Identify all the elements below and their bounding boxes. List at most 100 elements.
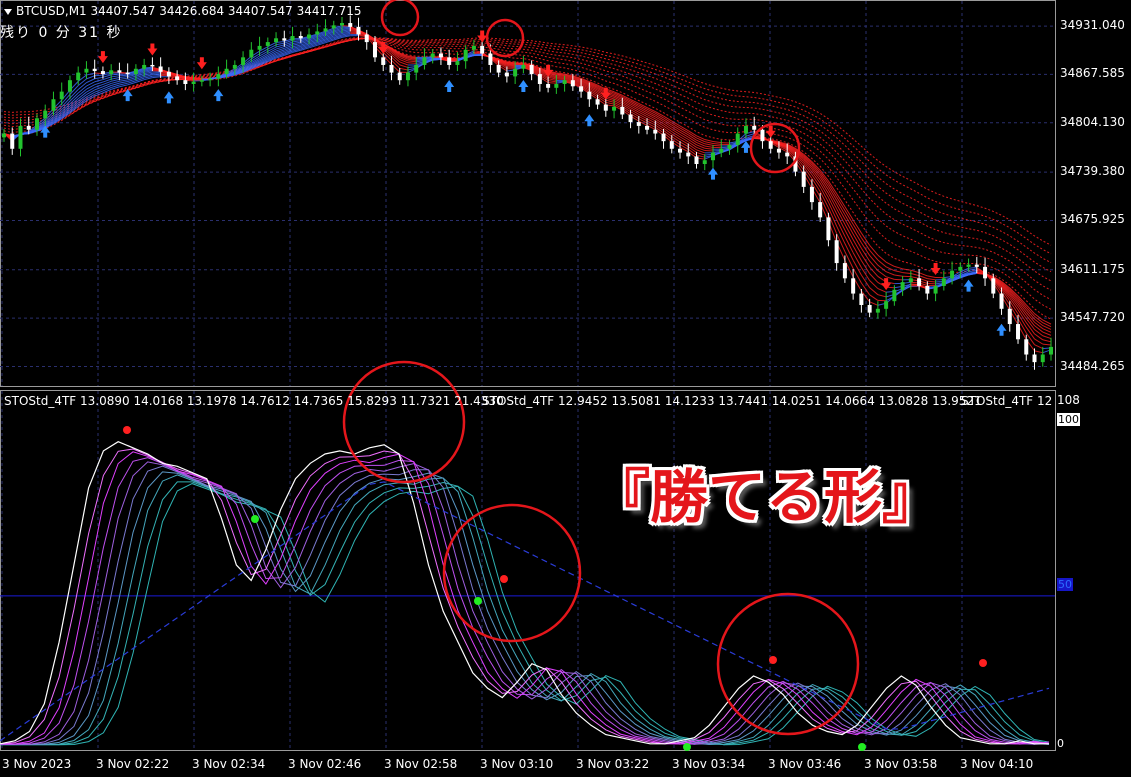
fast-ribbon-seg xyxy=(94,76,104,80)
fast-ribbon-seg xyxy=(111,73,120,76)
buy-arrow-icon xyxy=(963,279,974,292)
candle-body xyxy=(422,57,427,65)
annotation-circle xyxy=(442,503,582,643)
fast-ribbon-seg xyxy=(910,273,920,277)
candle-body xyxy=(966,264,971,267)
buy-arrow-icon xyxy=(444,79,455,92)
candle-body xyxy=(513,68,518,77)
candle-body xyxy=(999,293,1004,309)
candle-body xyxy=(117,70,122,73)
candle-body xyxy=(92,68,97,72)
candle-body xyxy=(372,42,377,58)
candle-body xyxy=(10,133,15,149)
candle-body xyxy=(579,86,584,92)
candle-body xyxy=(340,23,345,26)
candle-body xyxy=(958,266,963,271)
fast-ribbon-seg xyxy=(152,76,161,79)
candle-body xyxy=(257,45,262,50)
candle-body xyxy=(785,152,790,157)
candle-body xyxy=(702,160,707,165)
fast-ribbon-seg xyxy=(712,141,722,144)
fast-ribbon-seg xyxy=(119,76,128,78)
fast-ribbon-seg xyxy=(259,48,269,55)
candle-body xyxy=(438,53,443,58)
fast-ribbon-seg xyxy=(1042,335,1052,340)
fast-ribbon-seg xyxy=(1034,338,1044,345)
candle-body xyxy=(669,141,674,149)
fast-ribbon-seg xyxy=(1034,350,1043,354)
sell-arrow-icon xyxy=(97,51,108,64)
candle-body xyxy=(710,152,715,161)
fast-ribbon-seg xyxy=(506,66,516,69)
price-tick-label: 34804.130 xyxy=(1060,114,1125,129)
ind-scale-100: 100 xyxy=(1057,413,1080,426)
candle-body xyxy=(562,80,567,85)
candle-body xyxy=(842,263,847,279)
fast-ribbon-seg xyxy=(679,134,689,140)
candle-body xyxy=(801,171,806,187)
time-tick-label: 3 Nov 02:58 xyxy=(384,757,458,771)
candle-body xyxy=(950,270,955,279)
candle-body xyxy=(381,57,386,65)
time-tick-label: 3 Nov 02:22 xyxy=(96,757,170,771)
time-tick-label: 3 Nov 03:34 xyxy=(672,757,746,771)
fast-ribbon-seg xyxy=(877,288,887,293)
fast-ribbon-seg xyxy=(885,261,895,267)
sell-arrow-icon xyxy=(477,30,488,43)
candle-body xyxy=(216,74,221,79)
candle-body xyxy=(133,68,138,75)
candle-body xyxy=(636,122,641,126)
oversold-dot xyxy=(683,743,691,751)
candle-body xyxy=(867,304,872,313)
candle-body xyxy=(776,148,781,153)
candle-body xyxy=(884,301,889,309)
candle-body xyxy=(447,57,452,65)
indicator-label-2: STOStd_4TF 12.9452 13.5081 14.1233 13.74… xyxy=(482,394,982,408)
price-pane-border xyxy=(0,0,1056,387)
candle-body xyxy=(809,186,814,203)
candle-body xyxy=(331,25,336,29)
candle-body xyxy=(199,80,204,82)
candle-body xyxy=(463,49,468,62)
fast-ribbon-seg xyxy=(869,244,879,256)
fast-ribbon-seg xyxy=(1034,321,1044,330)
fast-ribbon-seg xyxy=(605,101,615,105)
candle-body xyxy=(892,289,897,302)
candle-body xyxy=(628,114,633,123)
candle-body xyxy=(595,99,600,105)
fast-ribbon-seg xyxy=(894,270,903,274)
time-tick-label: 3 Nov 03:46 xyxy=(768,757,842,771)
fast-ribbon-seg xyxy=(679,136,689,143)
oversold-dot xyxy=(474,597,482,605)
candle-body xyxy=(678,148,683,153)
candle-body xyxy=(323,28,328,32)
candle-body xyxy=(150,64,155,67)
time-tick-label: 3 Nov 2023 xyxy=(2,757,72,771)
indicator-label-1: STOStd_4TF 13.0890 14.0168 13.1978 14.76… xyxy=(4,394,504,408)
candle-body xyxy=(941,278,946,286)
candle-body xyxy=(694,156,699,165)
overbought-dot xyxy=(769,656,777,664)
sell-arrow-icon xyxy=(196,57,207,70)
buy-arrow-icon xyxy=(213,89,224,102)
candle-body xyxy=(917,278,922,286)
candle-body xyxy=(290,36,295,41)
ind-scale-50: 50 xyxy=(1057,578,1073,591)
fast-ribbon-seg xyxy=(119,81,128,84)
candle-body xyxy=(752,125,757,130)
candle-body xyxy=(768,141,773,149)
candle-body xyxy=(570,80,575,87)
price-tick-label: 34739.380 xyxy=(1060,164,1125,179)
fast-ribbon-seg xyxy=(111,76,120,80)
dropdown-triangle-icon[interactable] xyxy=(4,8,12,15)
candle-body xyxy=(315,31,320,35)
fast-ribbon-seg xyxy=(910,269,920,274)
fast-ribbon-seg xyxy=(86,75,95,80)
time-tick-label: 3 Nov 03:58 xyxy=(864,757,938,771)
candle-body xyxy=(249,49,254,58)
candle-body xyxy=(496,64,501,73)
candle-body xyxy=(834,240,839,264)
candle-body xyxy=(875,308,880,313)
candle-body xyxy=(900,282,905,290)
candle-body xyxy=(603,104,608,111)
